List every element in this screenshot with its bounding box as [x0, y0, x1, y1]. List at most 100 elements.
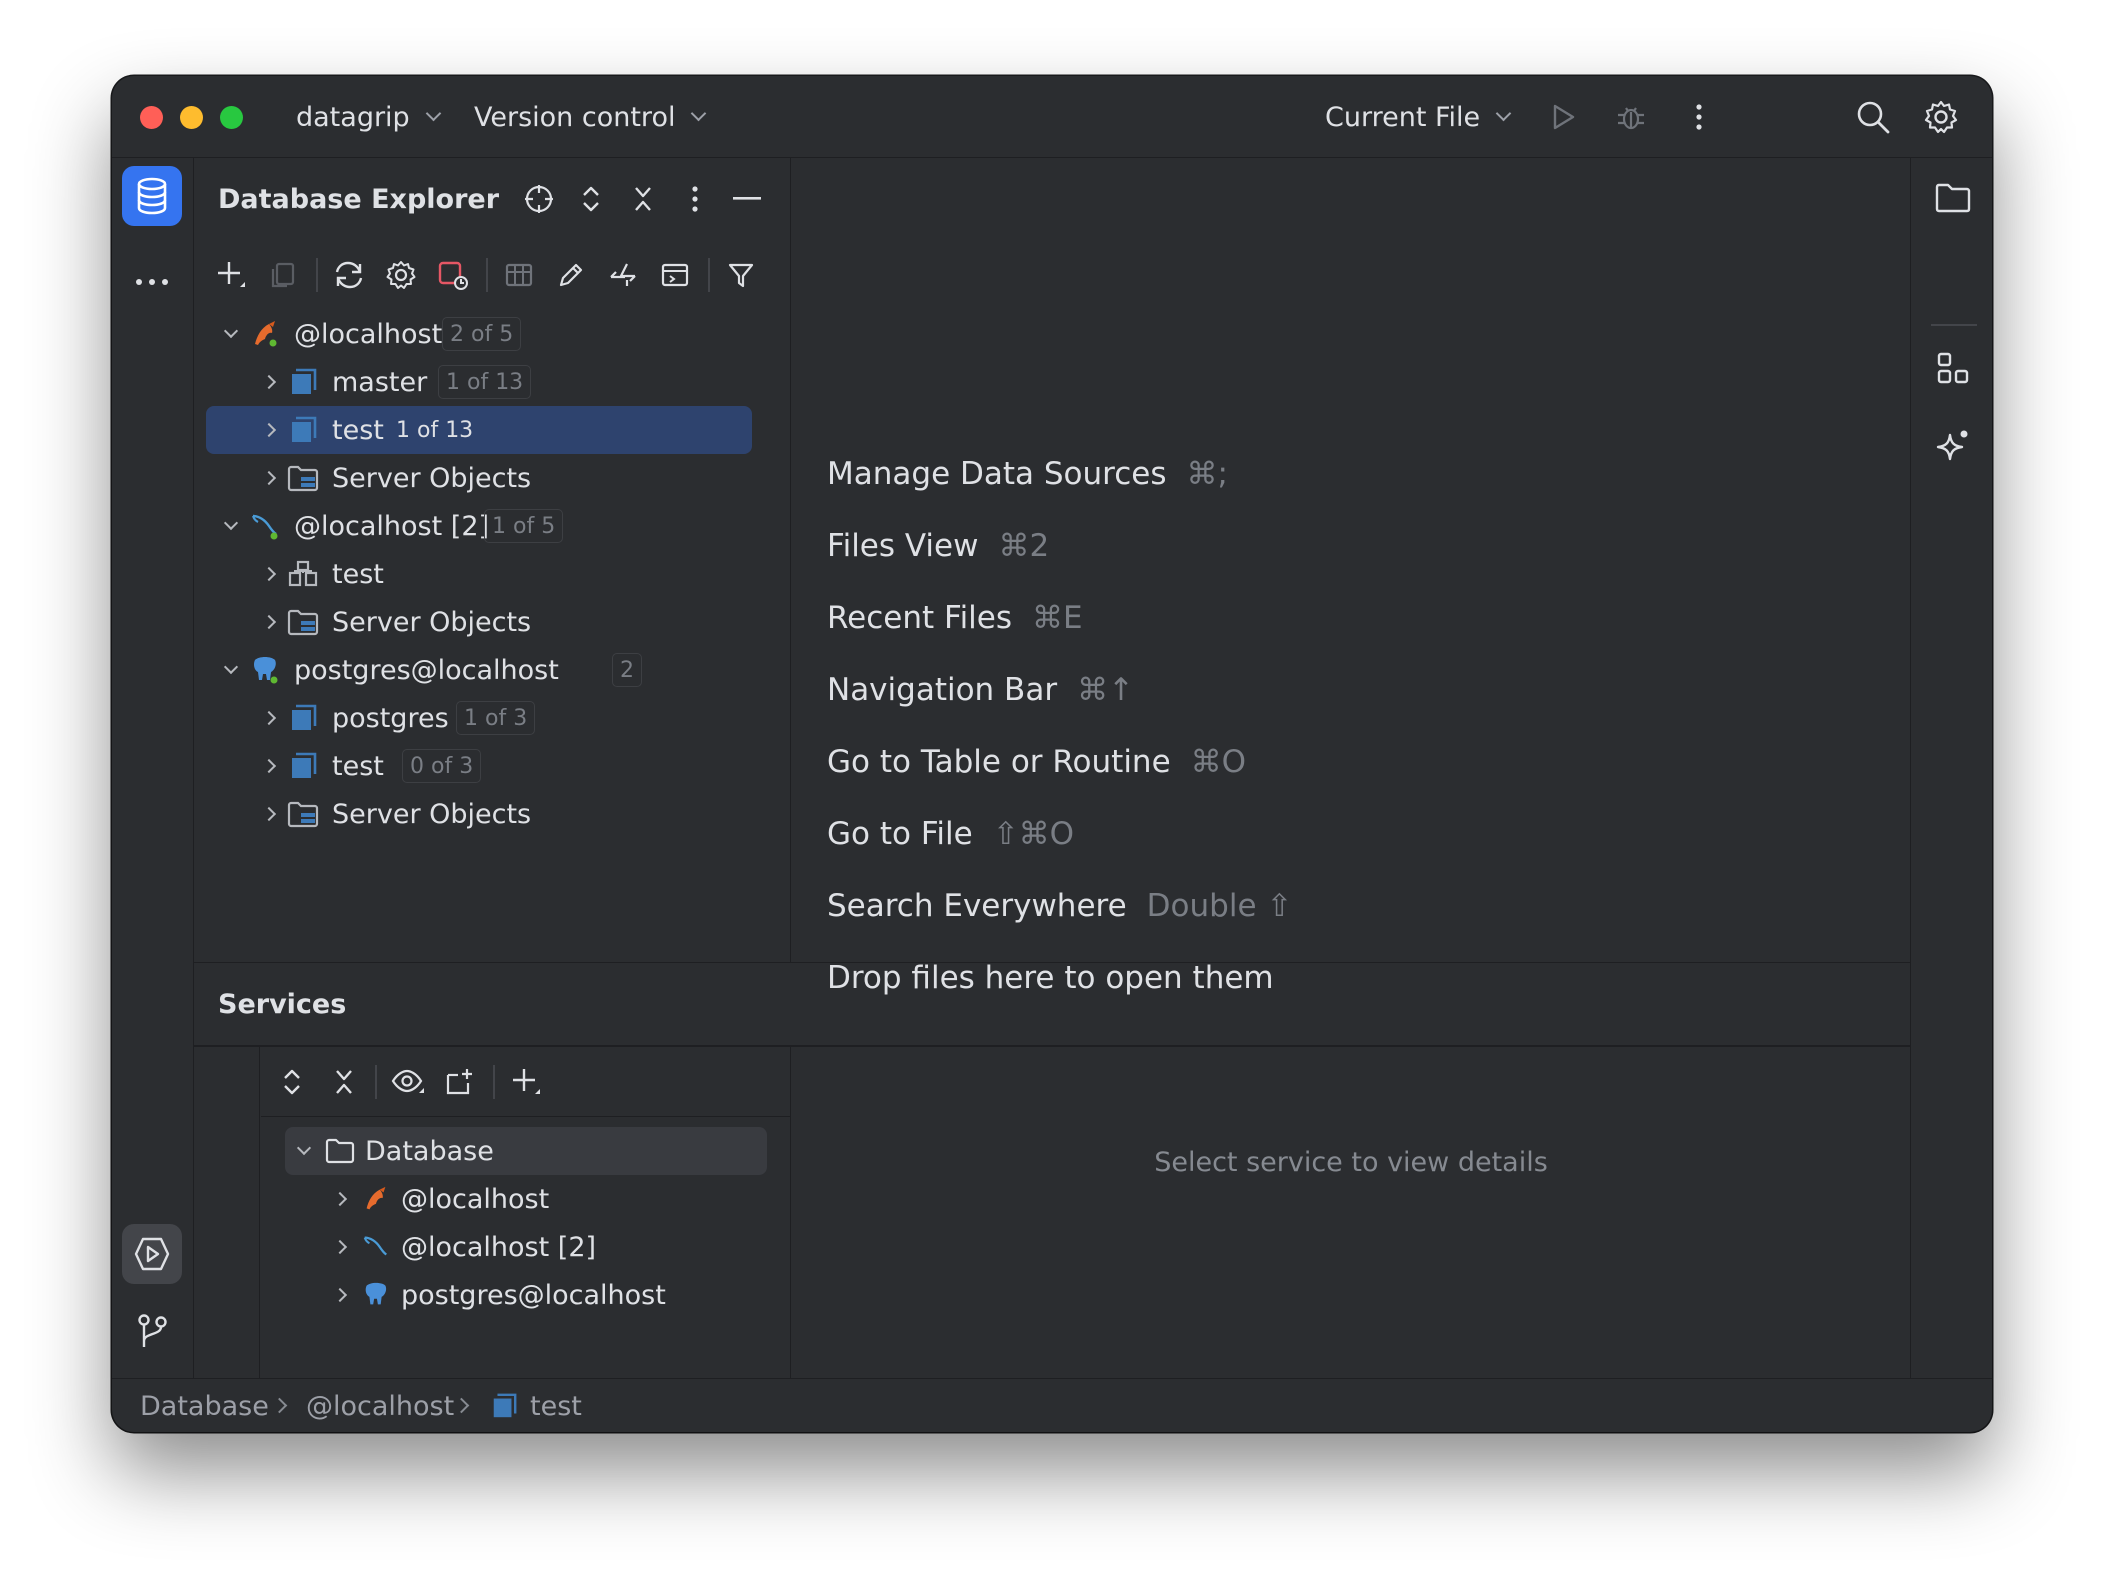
search-button[interactable]: [1848, 76, 1898, 158]
hint-files-view[interactable]: Files View ⌘2: [827, 528, 1049, 564]
tree-node-test-3[interactable]: test 0 of 3: [206, 742, 766, 790]
expand-toggle[interactable]: [254, 454, 284, 502]
run-config-selector[interactable]: Current File: [1325, 76, 1512, 158]
hint-go-to-file[interactable]: Go to File ⇧⌘O: [827, 816, 1074, 852]
collapse-all-button[interactable]: [618, 174, 668, 224]
expand-toggle[interactable]: [254, 358, 284, 406]
breadcrumb-test[interactable]: test: [490, 1379, 582, 1432]
git-branch-icon: [138, 1314, 167, 1347]
hint-go-to-table[interactable]: Go to Table or Routine ⌘O: [827, 744, 1246, 780]
view-data-button[interactable]: [494, 250, 544, 300]
server-objects-icon: [286, 797, 320, 831]
services-tree-panel: Database @localhost @localhost [2] postg…: [261, 1047, 791, 1378]
collapse-toggle[interactable]: [289, 1127, 319, 1175]
chevron-down-icon: [223, 515, 239, 531]
close-window-button[interactable]: [140, 106, 163, 129]
edit-button[interactable]: [546, 250, 596, 300]
filter-button[interactable]: [716, 250, 766, 300]
service-node-localhost-2[interactable]: @localhost [2]: [285, 1223, 767, 1271]
play-icon: [1553, 104, 1575, 130]
collapse-toggle[interactable]: [216, 310, 246, 358]
tree-node-localhost-2[interactable]: @localhost [2] 1 of 5: [206, 502, 766, 550]
settings-button[interactable]: [1916, 76, 1966, 158]
tree-node-master[interactable]: master 1 of 13: [206, 358, 766, 406]
expand-toggle[interactable]: [254, 742, 284, 790]
ai-assistant-toggle[interactable]: [1923, 416, 1983, 476]
copy-button[interactable]: [258, 250, 308, 300]
tree-node-test-2[interactable]: test: [206, 550, 766, 598]
hint-manage-data-sources[interactable]: Manage Data Sources ⌘;: [827, 456, 1228, 492]
minimize-window-button[interactable]: [180, 106, 203, 129]
structure-toggle[interactable]: [1923, 338, 1983, 398]
add-service-button[interactable]: [501, 1057, 551, 1107]
project-selector[interactable]: datagrip: [296, 76, 441, 158]
tree-node-postgres-localhost[interactable]: postgres@localhost 2: [206, 646, 766, 694]
tree-node-server-objects-2[interactable]: Server Objects: [206, 598, 766, 646]
tree-node-server-objects-3[interactable]: Server Objects: [206, 790, 766, 838]
add-datasource-button[interactable]: [206, 250, 256, 300]
more-actions-button[interactable]: [1674, 76, 1724, 158]
new-tab-button[interactable]: [435, 1057, 485, 1107]
tree-node-server-objects[interactable]: Server Objects: [206, 454, 766, 502]
refresh-button[interactable]: [324, 250, 374, 300]
vcs-selector[interactable]: Version control: [474, 76, 707, 158]
zoom-window-button[interactable]: [220, 106, 243, 129]
disconnect-button[interactable]: [428, 250, 478, 300]
collapse-toggle[interactable]: [216, 502, 246, 550]
collapse-toggle[interactable]: [216, 646, 246, 694]
collapse-all-button[interactable]: [319, 1057, 369, 1107]
chevron-right-icon: [261, 806, 277, 822]
chevron-right-icon: [332, 1287, 348, 1303]
postgres-elephant-icon: [359, 1278, 393, 1312]
files-toggle[interactable]: [1923, 168, 1983, 228]
node-label: test: [332, 558, 384, 590]
expand-toggle[interactable]: [325, 1271, 355, 1319]
expand-all-button[interactable]: [267, 1057, 317, 1107]
node-count-badge: 2 of 5: [442, 317, 522, 351]
chevron-right-icon: [332, 1239, 348, 1255]
postgres-elephant-icon: [248, 653, 282, 687]
expand-toggle[interactable]: [254, 694, 284, 742]
expand-toggle[interactable]: [254, 406, 284, 454]
chevron-right-icon: [261, 374, 277, 390]
hint-navigation-bar[interactable]: Navigation Bar ⌘↑: [827, 672, 1134, 708]
gear-icon: [1924, 100, 1958, 134]
panel-options-button[interactable]: [670, 174, 720, 224]
service-node-database[interactable]: Database: [285, 1127, 767, 1175]
tree-node-localhost[interactable]: @localhost 2 of 5: [206, 310, 766, 358]
expand-toggle[interactable]: [325, 1175, 355, 1223]
table-icon: [505, 263, 533, 287]
expand-toggle[interactable]: [325, 1223, 355, 1271]
expand-toggle[interactable]: [254, 790, 284, 838]
hide-panel-button[interactable]: [722, 174, 772, 224]
copy-icon: [271, 262, 295, 288]
services-toggle[interactable]: [122, 1224, 182, 1284]
service-node-localhost[interactable]: @localhost: [285, 1175, 767, 1223]
expand-all-button[interactable]: [566, 174, 616, 224]
more-tools-button[interactable]: [122, 252, 182, 312]
view-options-button[interactable]: [383, 1057, 433, 1107]
breadcrumb-database[interactable]: Database: [140, 1379, 269, 1432]
new-tab-icon: [446, 1069, 472, 1095]
hint-search-everywhere[interactable]: Search Everywhere Double ⇧: [827, 888, 1292, 924]
locate-button[interactable]: [514, 174, 564, 224]
breadcrumb-localhost[interactable]: @localhost: [306, 1379, 454, 1432]
jump-to-console-button[interactable]: [598, 250, 648, 300]
run-button[interactable]: [1538, 76, 1588, 158]
hint-recent-files[interactable]: Recent Files ⌘E: [827, 600, 1083, 636]
hint-label: Recent Files: [827, 600, 1013, 636]
git-toggle[interactable]: [122, 1302, 182, 1362]
expand-toggle[interactable]: [254, 550, 284, 598]
right-tool-rail: [1910, 158, 1992, 1378]
debug-button[interactable]: [1606, 76, 1656, 158]
tree-node-postgres[interactable]: postgres 1 of 3: [206, 694, 766, 742]
chevron-down-icon: [425, 105, 441, 122]
service-node-postgres-localhost[interactable]: postgres@localhost: [285, 1271, 767, 1319]
datasource-properties-button[interactable]: [376, 250, 426, 300]
database-explorer-toggle[interactable]: [122, 166, 182, 226]
toolbar-separator: [493, 1065, 495, 1099]
open-console-button[interactable]: [650, 250, 700, 300]
expand-icon: [583, 186, 599, 212]
expand-toggle[interactable]: [254, 598, 284, 646]
tree-node-test-selected[interactable]: test 1 of 13: [206, 406, 752, 454]
